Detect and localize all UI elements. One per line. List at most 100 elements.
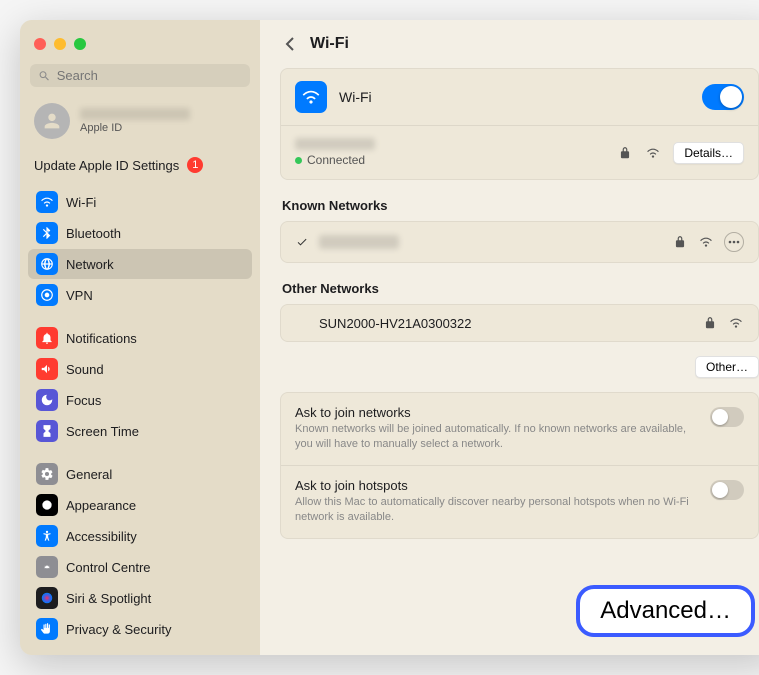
sidebar-item-network[interactable]: Network [28, 249, 252, 279]
traffic-lights [20, 28, 260, 64]
main-pane: Wi-Fi Wi-Fi Connected [260, 20, 759, 655]
sidebar-item-appearance[interactable]: Appearance [28, 490, 252, 520]
wifi-settings-panel: Ask to join networks Known networks will… [280, 392, 759, 539]
siri-icon [36, 587, 58, 609]
control-icon [36, 556, 58, 578]
connected-ssid [295, 138, 375, 150]
sidebar-list: Wi-Fi Bluetooth Network VPN Notifications Sou… [20, 187, 260, 645]
known-network-row[interactable] [281, 222, 758, 262]
ask-join-networks-toggle[interactable] [710, 407, 744, 427]
sidebar: Apple ID Update Apple ID Settings 1 Wi-F… [20, 20, 260, 655]
known-networks-panel [280, 221, 759, 263]
sidebar-item-sound[interactable]: Sound [28, 354, 252, 384]
sidebar-item-accessibility[interactable]: Accessibility [28, 521, 252, 551]
sidebar-item-control-centre[interactable]: Control Centre [28, 552, 252, 582]
other-network-row[interactable]: SUN2000-HV21A0300322 [281, 305, 758, 341]
speaker-icon [36, 358, 58, 380]
sidebar-item-siri-spotlight[interactable]: Siri & Spotlight [28, 583, 252, 613]
wifi-label: Wi-Fi [339, 89, 372, 105]
search-input[interactable] [57, 68, 242, 83]
sidebar-item-label: Notifications [66, 331, 137, 346]
setting-desc: Known networks will be joined automatica… [295, 422, 698, 453]
wifi-connection-row: Connected Details… [281, 126, 758, 179]
avatar [34, 103, 70, 139]
sidebar-item-wi-fi[interactable]: Wi-Fi [28, 187, 252, 217]
wifi-toggle[interactable] [702, 84, 744, 110]
connection-info: Connected [295, 138, 375, 167]
sidebar-item-general[interactable]: General [28, 459, 252, 489]
sidebar-item-label: General [66, 467, 112, 482]
wifi-signal-icon [698, 234, 714, 250]
wifi-toggle-row: Wi-Fi [281, 69, 758, 126]
gear-icon [36, 463, 58, 485]
ask-join-hotspots-row: Ask to join hotspots Allow this Mac to a… [281, 466, 758, 538]
sidebar-item-label: Screen Time [66, 424, 139, 439]
appearance-icon [36, 494, 58, 516]
checkmark-icon [295, 236, 309, 248]
appleid-sub: Apple ID [80, 122, 190, 134]
sidebar-item-bluetooth[interactable]: Bluetooth [28, 218, 252, 248]
advanced-button-wrap: Advanced… [576, 585, 755, 637]
lock-icon [617, 145, 633, 161]
sidebar-item-privacy-security[interactable]: Privacy & Security [28, 614, 252, 644]
wifi-signal-icon [728, 315, 744, 331]
advanced-button[interactable]: Advanced… [576, 585, 755, 637]
known-networks-title: Known Networks [260, 194, 759, 221]
moon-icon [36, 389, 58, 411]
page-title: Wi-Fi [310, 35, 349, 53]
back-button[interactable] [280, 34, 300, 54]
minimize-window-button[interactable] [54, 38, 66, 50]
sidebar-item-label: Sound [66, 362, 104, 377]
hand-icon [36, 618, 58, 640]
globe-icon [36, 253, 58, 275]
wifi-icon [295, 81, 327, 113]
sidebar-item-label: Appearance [66, 498, 136, 513]
setting-title: Ask to join hotspots [295, 478, 698, 493]
sidebar-item-vpn[interactable]: VPN [28, 280, 252, 310]
setting-title: Ask to join networks [295, 405, 698, 420]
close-window-button[interactable] [34, 38, 46, 50]
sidebar-item-label: Control Centre [66, 560, 151, 575]
details-button[interactable]: Details… [673, 142, 744, 164]
sidebar-item-focus[interactable]: Focus [28, 385, 252, 415]
sidebar-item-label: Accessibility [66, 529, 137, 544]
vpn-icon [36, 284, 58, 306]
sidebar-item-label: Focus [66, 393, 101, 408]
sidebar-item-label: Wi-Fi [66, 195, 96, 210]
wifi-status-panel: Wi-Fi Connected Details… [280, 68, 759, 180]
wifi-signal-icon [645, 145, 661, 161]
connection-status: Connected [295, 153, 375, 167]
sidebar-item-screen-time[interactable]: Screen Time [28, 416, 252, 446]
other-networks-title: Other Networks [260, 277, 759, 304]
network-options-button[interactable] [724, 232, 744, 252]
other-networks-panel: SUN2000-HV21A0300322 [280, 304, 759, 342]
bluetooth-icon [36, 222, 58, 244]
known-ssid [319, 235, 399, 249]
search-icon [38, 69, 51, 83]
status-dot [295, 157, 302, 164]
ask-join-hotspots-toggle[interactable] [710, 480, 744, 500]
update-badge: 1 [187, 157, 203, 173]
setting-desc: Allow this Mac to automatically discover… [295, 495, 698, 526]
appleid-text: Apple ID [80, 108, 190, 134]
maximize-window-button[interactable] [74, 38, 86, 50]
accessibility-icon [36, 525, 58, 547]
update-appleid-label: Update Apple ID Settings [34, 158, 179, 173]
hourglass-icon [36, 420, 58, 442]
lock-icon [702, 315, 718, 331]
sidebar-item-label: Privacy & Security [66, 622, 171, 637]
search-field[interactable] [30, 64, 250, 87]
other-network-button[interactable]: Other… [695, 356, 759, 378]
update-appleid-row[interactable]: Update Apple ID Settings 1 [20, 147, 260, 187]
main-header: Wi-Fi [260, 20, 759, 68]
settings-window: Apple ID Update Apple ID Settings 1 Wi-F… [20, 20, 759, 655]
appleid-row[interactable]: Apple ID [20, 95, 260, 147]
sidebar-item-label: Network [66, 257, 114, 272]
wifi-icon [36, 191, 58, 213]
sidebar-item-label: Bluetooth [66, 226, 121, 241]
bell-icon [36, 327, 58, 349]
lock-icon [672, 234, 688, 250]
sidebar-item-notifications[interactable]: Notifications [28, 323, 252, 353]
ask-join-networks-row: Ask to join networks Known networks will… [281, 393, 758, 466]
appleid-name [80, 108, 190, 120]
